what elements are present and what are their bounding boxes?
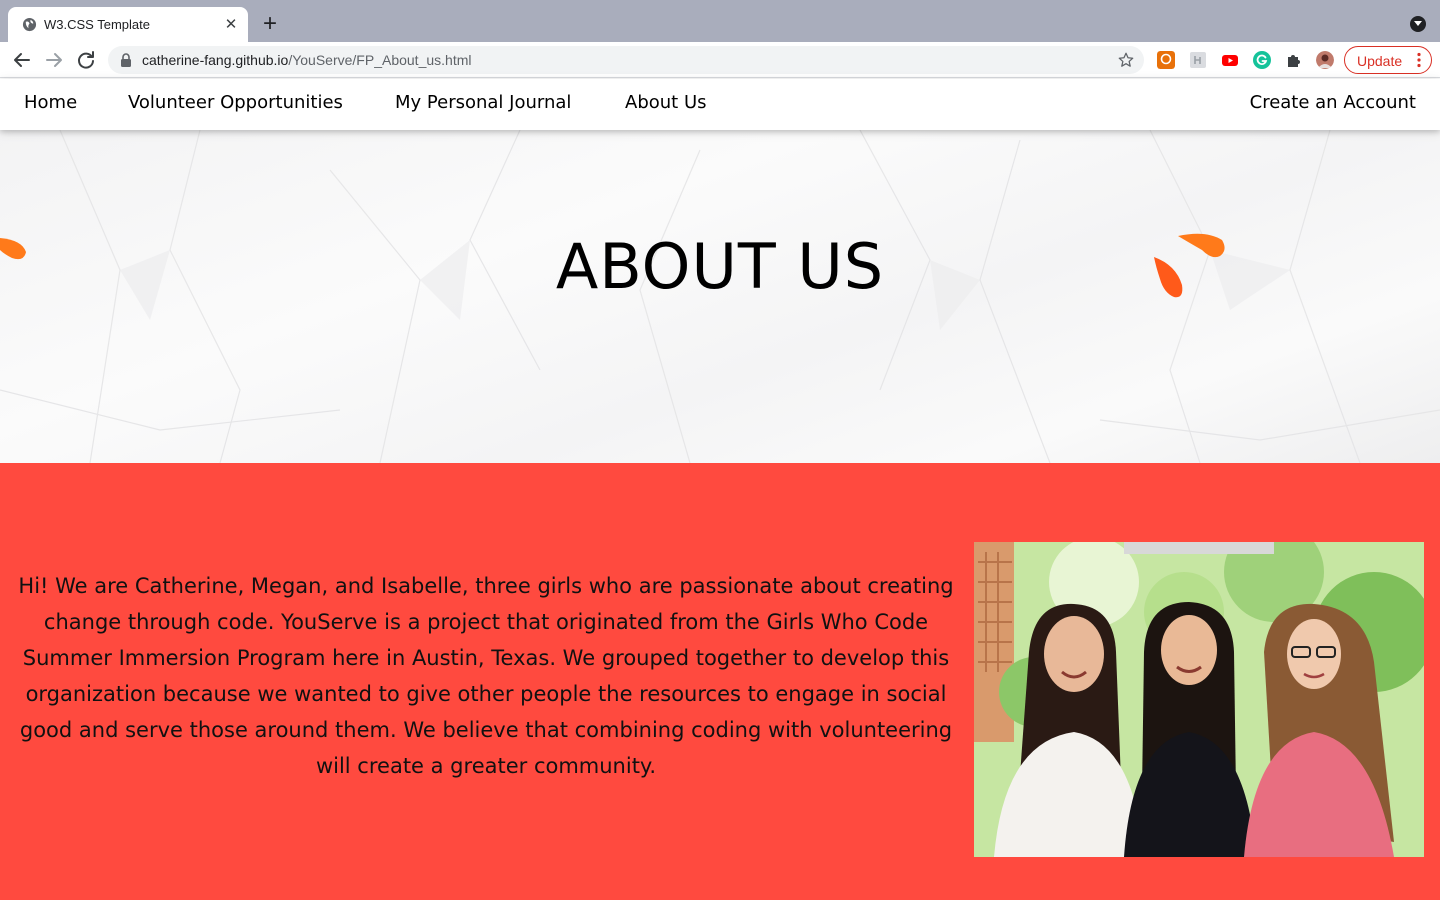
- tab-title: W3.CSS Template: [44, 17, 150, 32]
- grammarly-icon[interactable]: [1253, 51, 1271, 69]
- tab-search-icon[interactable]: [1410, 16, 1426, 32]
- about-section: Hi! We are Catherine, Megan, and Isabell…: [0, 463, 1440, 900]
- team-photo-illustration: [974, 542, 1424, 857]
- globe-icon: [22, 17, 37, 32]
- nav-volunteer-link[interactable]: Volunteer Opportunities: [128, 92, 343, 113]
- forward-icon[interactable]: [42, 48, 66, 72]
- site-navbar: Home Volunteer Opportunities My Personal…: [0, 79, 1440, 130]
- new-tab-button[interactable]: +: [258, 12, 282, 36]
- url-text[interactable]: catherine-fang.github.io/YouServe/FP_Abo…: [142, 52, 471, 68]
- reload-icon[interactable]: [74, 48, 98, 72]
- browser-toolbar: catherine-fang.github.io/YouServe/FP_Abo…: [0, 42, 1440, 115]
- profile-avatar[interactable]: [1316, 51, 1334, 69]
- nav-journal-link[interactable]: My Personal Journal: [395, 92, 571, 113]
- team-photo: [974, 542, 1424, 857]
- browser-tabstrip: W3.CSS Template ✕ +: [0, 0, 1440, 42]
- hero-banner: ABOUT US: [0, 130, 1440, 463]
- close-tab-icon[interactable]: ✕: [222, 16, 240, 34]
- update-label: Update: [1357, 53, 1403, 69]
- extensions-puzzle-icon[interactable]: [1285, 51, 1303, 69]
- extension-gray-icon[interactable]: [1189, 51, 1207, 69]
- url-host: catherine-fang.github.io: [142, 52, 289, 68]
- url-path: /YouServe/FP_About_us.html: [288, 52, 472, 68]
- nav-about-link[interactable]: About Us: [625, 92, 707, 113]
- nav-home-link[interactable]: Home: [24, 92, 77, 113]
- about-description: Hi! We are Catherine, Megan, and Isabell…: [18, 574, 954, 778]
- more-vert-icon[interactable]: [1417, 52, 1421, 68]
- star-icon[interactable]: [1117, 51, 1135, 69]
- nav-create-account-link[interactable]: Create an Account: [1250, 92, 1416, 113]
- back-icon[interactable]: [10, 48, 34, 72]
- address-bar[interactable]: catherine-fang.github.io/YouServe/FP_Abo…: [108, 46, 1144, 74]
- update-button[interactable]: Update: [1344, 46, 1432, 74]
- youtube-icon[interactable]: [1221, 51, 1239, 69]
- extension-orange-icon[interactable]: [1157, 51, 1175, 69]
- browser-tab[interactable]: W3.CSS Template ✕: [8, 7, 248, 42]
- page-title: ABOUT US: [555, 230, 885, 303]
- lock-icon[interactable]: [120, 53, 132, 67]
